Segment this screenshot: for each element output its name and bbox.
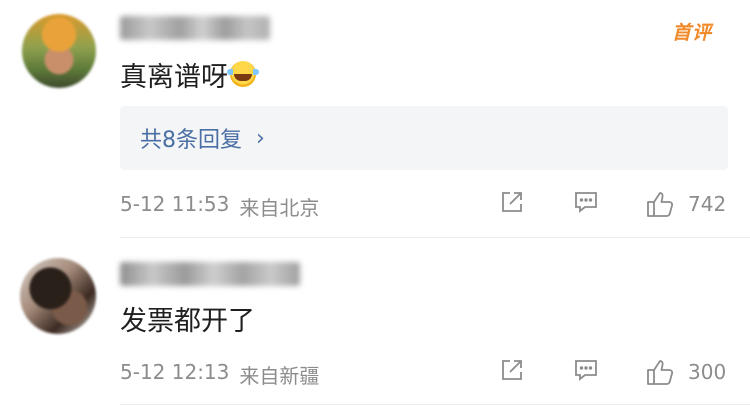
comment-item: 首评 真离谱呀 共8条回复 › 5-12 11:53 来自北京 742 [0, 0, 750, 238]
share-icon [502, 360, 522, 380]
comment-text: 真离谱呀 [120, 61, 228, 93]
chevron-right-icon: › [256, 125, 265, 151]
reply-button[interactable] [572, 356, 600, 384]
like-count: 300 [688, 360, 727, 384]
share-icon [502, 192, 522, 212]
comment-meta: 5-12 12:13 来自新疆 [120, 360, 319, 389]
comment-text-row: 真离谱呀 [120, 54, 259, 94]
comment-icon [575, 192, 597, 213]
avatar[interactable] [22, 14, 96, 88]
share-button[interactable] [498, 356, 526, 384]
thumbs-up-icon [647, 192, 674, 217]
divider [120, 404, 750, 405]
comment-item: 发票都开了 5-12 12:13 来自新疆 300 [0, 238, 750, 408]
comment-time: 5-12 12:13 [120, 360, 230, 384]
thumbs-up-icon [647, 360, 674, 385]
share-button[interactable] [498, 188, 526, 216]
comment-location: 来自新疆 [239, 364, 320, 388]
like-count: 742 [688, 192, 727, 216]
comment-icon [575, 360, 597, 381]
like-button[interactable]: 300 [644, 356, 726, 388]
comment-text: 发票都开了 [120, 305, 255, 337]
first-comment-badge: 首评 [671, 22, 712, 44]
username-blurred[interactable] [120, 262, 300, 286]
replies-label: 共8条回复 [140, 128, 242, 153]
username-blurred[interactable] [120, 16, 270, 40]
reply-button[interactable] [572, 188, 600, 216]
comment-location: 来自北京 [239, 196, 320, 220]
laugh-cry-emoji-icon [227, 61, 259, 87]
view-replies-button[interactable]: 共8条回复 › [120, 106, 728, 170]
avatar[interactable] [20, 258, 96, 334]
comment-meta: 5-12 11:53 来自北京 [120, 192, 319, 221]
comment-time: 5-12 11:53 [120, 192, 230, 216]
like-button[interactable]: 742 [644, 188, 726, 220]
comment-text-row: 发票都开了 [120, 298, 255, 338]
